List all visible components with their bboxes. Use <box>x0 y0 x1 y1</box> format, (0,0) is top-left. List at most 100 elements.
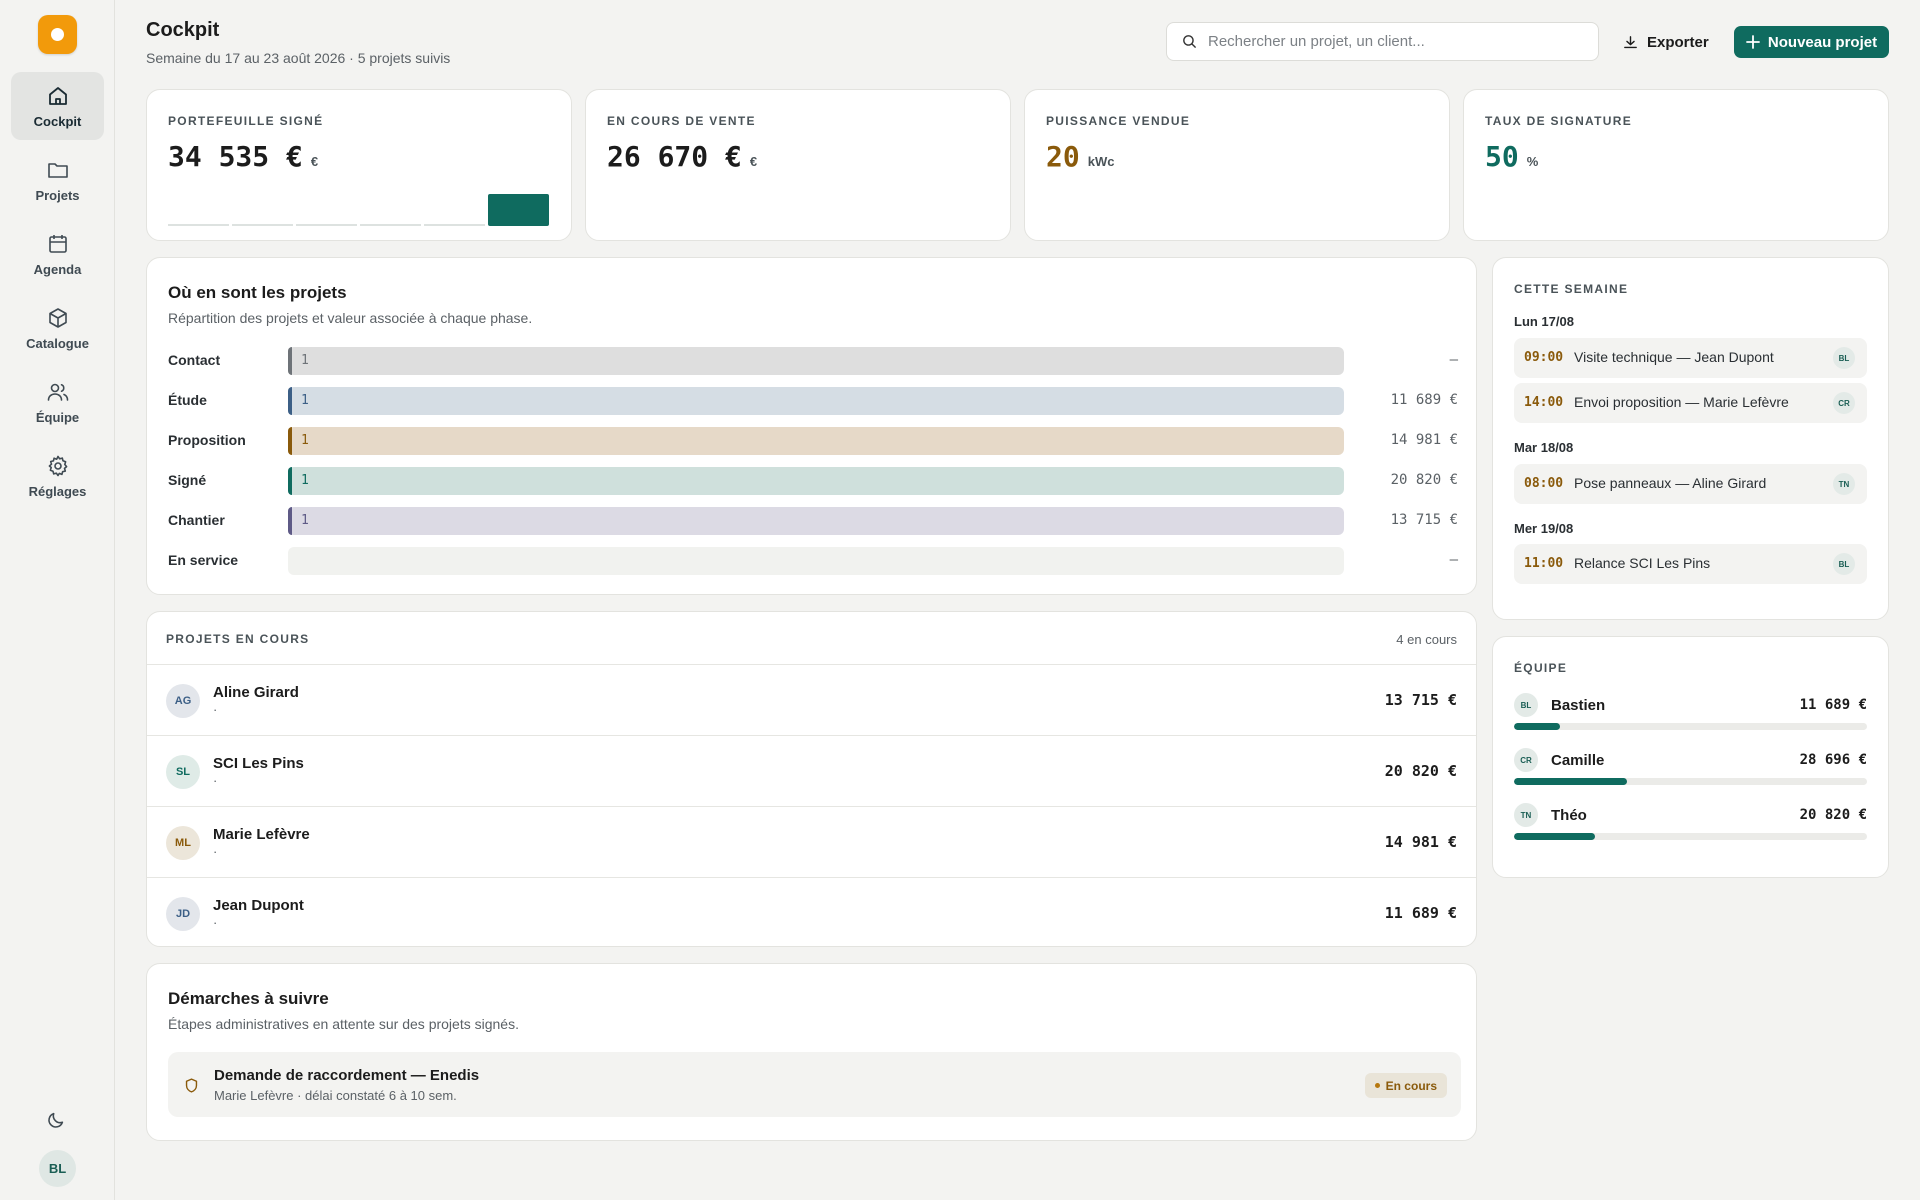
task-item[interactable]: Demande de raccordement — Enedis Marie L… <box>168 1052 1461 1117</box>
new-project-label: Nouveau projet <box>1767 33 1878 51</box>
shield-icon <box>185 1078 198 1093</box>
tasks-card: Démarches à suivre Étapes administrative… <box>146 963 1477 1141</box>
nav-label: Catalogue <box>26 335 89 351</box>
nav-item-agenda[interactable]: Agenda <box>11 220 104 288</box>
kpi-label: TAUX DE SIGNATURE <box>1485 114 1632 128</box>
user-avatar[interactable]: BL <box>39 1150 76 1187</box>
team-amount: 11 689 € <box>1799 697 1867 713</box>
phase-bar: 1 <box>288 467 1344 495</box>
spark-bar <box>360 224 421 226</box>
nav-item-equipe[interactable]: Équipe <box>11 368 104 436</box>
new-project-button[interactable]: Nouveau projet <box>1734 26 1889 58</box>
box-icon <box>48 307 67 328</box>
project-sub: · <box>213 773 218 788</box>
phase-row-etude[interactable]: Étude 1 11 689 € <box>168 386 1458 416</box>
event-title: Pose panneaux — Aline Girard <box>1574 475 1767 491</box>
spark-bar <box>488 194 549 226</box>
project-amount: 14 981 € <box>1384 833 1457 851</box>
export-label: Exporter <box>1647 33 1709 51</box>
phase-name: Étude <box>168 392 207 408</box>
phase-name: Contact <box>168 352 221 368</box>
project-name: Aline Girard <box>213 684 299 701</box>
event-title: Visite technique — Jean Dupont <box>1574 349 1774 365</box>
search-box[interactable] <box>1166 22 1599 61</box>
project-amount: 11 689 € <box>1384 904 1457 922</box>
nav-item-reglages[interactable]: Réglages <box>11 442 104 510</box>
kpi-unit: € <box>310 154 319 169</box>
project-row[interactable]: ML Marie Lefèvre · 14 981 € <box>147 807 1476 878</box>
page-title: Cockpit <box>146 19 220 41</box>
agenda-event[interactable]: 11:00 Relance SCI Les Pins BL <box>1514 544 1867 584</box>
team-member[interactable]: CR Camille 28 696 € <box>1514 748 1867 788</box>
event-time: 11:00 <box>1524 556 1564 571</box>
team-progress-fill <box>1514 723 1560 730</box>
phase-name: Chantier <box>168 512 225 528</box>
app-logo[interactable] <box>38 15 77 54</box>
project-amount: 13 715 € <box>1384 691 1457 709</box>
kpi-card-puissance: PUISSANCE VENDUE 20 kWc <box>1024 89 1450 241</box>
day-label: Lun 17/08 <box>1514 314 1574 329</box>
nav-label: Réglages <box>28 483 87 499</box>
phase-row-signe[interactable]: Signé 1 20 820 € <box>168 466 1458 496</box>
spark-bar <box>168 224 229 226</box>
project-sub: · <box>213 844 218 859</box>
team-amount: 28 696 € <box>1799 752 1867 768</box>
project-sub: · <box>213 702 218 717</box>
spark-bar <box>232 224 293 226</box>
project-row[interactable]: AG Aline Girard · 13 715 € <box>147 665 1476 736</box>
phase-value: 20 820 € <box>1390 472 1458 488</box>
phase-bar: 1 <box>288 507 1344 535</box>
agenda-event[interactable]: 08:00 Pose panneaux — Aline Girard TN <box>1514 464 1867 504</box>
logo-dot <box>51 28 64 41</box>
nav-item-cockpit[interactable]: Cockpit <box>11 72 104 140</box>
page-subtitle: Semaine du 17 au 23 août 2026 · 5 projet… <box>146 50 451 66</box>
phase-row-en-service[interactable]: En service – <box>168 546 1458 576</box>
phase-bar-edge <box>288 427 292 455</box>
pipeline-subtitle: Répartition des projets et valeur associ… <box>168 310 533 326</box>
kpi-label: PUISSANCE VENDUE <box>1046 114 1191 128</box>
nav-label: Agenda <box>33 261 82 277</box>
task-subtitle: Marie Lefèvre · délai constaté 6 à 10 se… <box>214 1088 457 1103</box>
event-assignee: BL <box>1833 347 1855 369</box>
pipeline-card: Où en sont les projets Répartition des p… <box>146 257 1477 595</box>
team-member[interactable]: TN Théo 20 820 € <box>1514 803 1867 843</box>
kpi-card-taux: TAUX DE SIGNATURE 50 % <box>1463 89 1889 241</box>
export-button[interactable]: Exporter <box>1622 27 1709 57</box>
agenda-event[interactable]: 09:00 Visite technique — Jean Dupont BL <box>1514 338 1867 378</box>
agenda-event[interactable]: 14:00 Envoi proposition — Marie Lefèvre … <box>1514 383 1867 423</box>
nav-item-catalogue[interactable]: Catalogue <box>11 294 104 362</box>
moon-icon[interactable] <box>45 1109 67 1131</box>
team-name: Théo <box>1551 807 1587 824</box>
phase-value: 13 715 € <box>1390 512 1458 528</box>
status-label: En cours <box>1385 1078 1437 1093</box>
projects-header: PROJETS EN COURS 4 en cours <box>147 612 1476 665</box>
team-progress-fill <box>1514 833 1596 840</box>
phase-name: Signé <box>168 472 207 488</box>
project-row[interactable]: JD Jean Dupont · 11 689 € <box>147 878 1476 949</box>
nav-item-projets[interactable]: Projets <box>11 146 104 214</box>
project-amount: 20 820 € <box>1384 762 1457 780</box>
search-input[interactable] <box>1208 33 1588 50</box>
projects-label: PROJETS EN COURS <box>166 632 310 646</box>
event-title: Envoi proposition — Marie Lefèvre <box>1574 394 1789 410</box>
phase-value: – <box>1449 552 1458 568</box>
team-avatar: BL <box>1514 693 1538 717</box>
nav-label: Projets <box>35 187 80 203</box>
phase-count: 1 <box>301 513 309 528</box>
phase-name: Proposition <box>168 432 246 448</box>
status-dot <box>1374 1083 1380 1088</box>
team-card: ÉQUIPE BL Bastien 11 689 € CR Camille 28… <box>1492 636 1889 878</box>
calendar-icon <box>48 234 67 253</box>
gear-icon <box>48 455 67 476</box>
team-avatar: TN <box>1514 803 1538 827</box>
project-row[interactable]: SL SCI Les Pins · 20 820 € <box>147 736 1476 807</box>
phase-row-contact[interactable]: Contact 1 – <box>168 346 1458 376</box>
phase-row-proposition[interactable]: Proposition 1 14 981 € <box>168 426 1458 456</box>
nav-label: Équipe <box>35 409 80 425</box>
team-member[interactable]: BL Bastien 11 689 € <box>1514 693 1867 733</box>
team-amount: 20 820 € <box>1799 807 1867 823</box>
kpi-value: 26 670 € € <box>607 140 757 173</box>
kpi-label: PORTEFEUILLE SIGNÉ <box>168 114 324 128</box>
phase-row-chantier[interactable]: Chantier 1 13 715 € <box>168 506 1458 536</box>
phase-bar: 1 <box>288 387 1344 415</box>
